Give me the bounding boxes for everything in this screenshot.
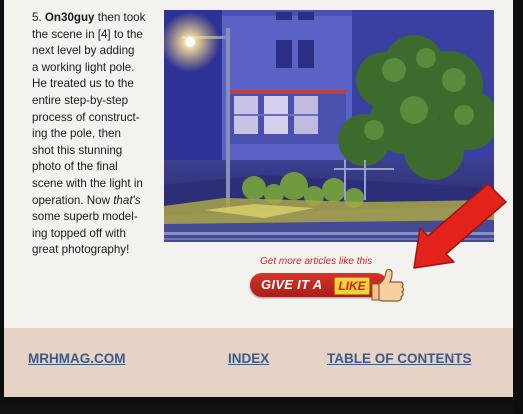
article-caption-text: 5. On30guy then took the scene in [4] to…	[32, 10, 164, 259]
caption-line: some superb model-	[32, 210, 138, 224]
like-badge: LIKE	[334, 277, 370, 295]
caption-line: entire step-by-step	[32, 93, 129, 107]
promo-tagline: Get more articles like this	[260, 256, 373, 267]
caption-line: 5. On30guy then took	[32, 11, 146, 24]
author-name: On30guy	[44, 11, 95, 24]
give-it-a-like-promo: Get more articles like this GIVE IT A LI…	[250, 256, 420, 306]
caption-line: photo of the final	[32, 160, 118, 174]
caption-line: the scene in [4] to the	[32, 27, 143, 41]
give-it-a-like-button[interactable]: GIVE IT A LIKE	[250, 268, 410, 302]
viewer-scroll-edge	[513, 0, 523, 414]
give-it-a-label: GIVE IT A	[261, 277, 323, 292]
magazine-page: 5. On30guy then took the scene in [4] to…	[4, 0, 513, 397]
caption-line: scene with the light in	[32, 176, 143, 190]
index-link[interactable]: INDEX	[228, 351, 269, 366]
caption-line: next level by adding	[32, 44, 135, 58]
caption-line: a working light pole.	[32, 60, 135, 74]
viewer-frame: 5. On30guy then took the scene in [4] to…	[0, 0, 523, 414]
caption-line: ing topped off with	[32, 226, 126, 240]
caption-line: great photography!	[32, 243, 130, 257]
caption-line: ing the pole, then	[32, 127, 121, 141]
page-footer-nav: MRHMAG.COM INDEX TABLE OF CONTENTS	[4, 328, 513, 397]
mrhmag-link[interactable]: MRHMAG.COM	[28, 351, 126, 366]
red-arrow-icon	[413, 183, 507, 269]
caption-line: shot this stunning	[32, 143, 123, 157]
caption-line: operation. Now that's	[32, 193, 141, 207]
caption-line: process of construct-	[32, 110, 140, 124]
emphasis-text: that's	[113, 193, 141, 207]
table-of-contents-link[interactable]: TABLE OF CONTENTS	[327, 351, 472, 366]
caption-line: He treated us to the	[32, 77, 134, 91]
thumbs-up-icon	[371, 268, 405, 302]
